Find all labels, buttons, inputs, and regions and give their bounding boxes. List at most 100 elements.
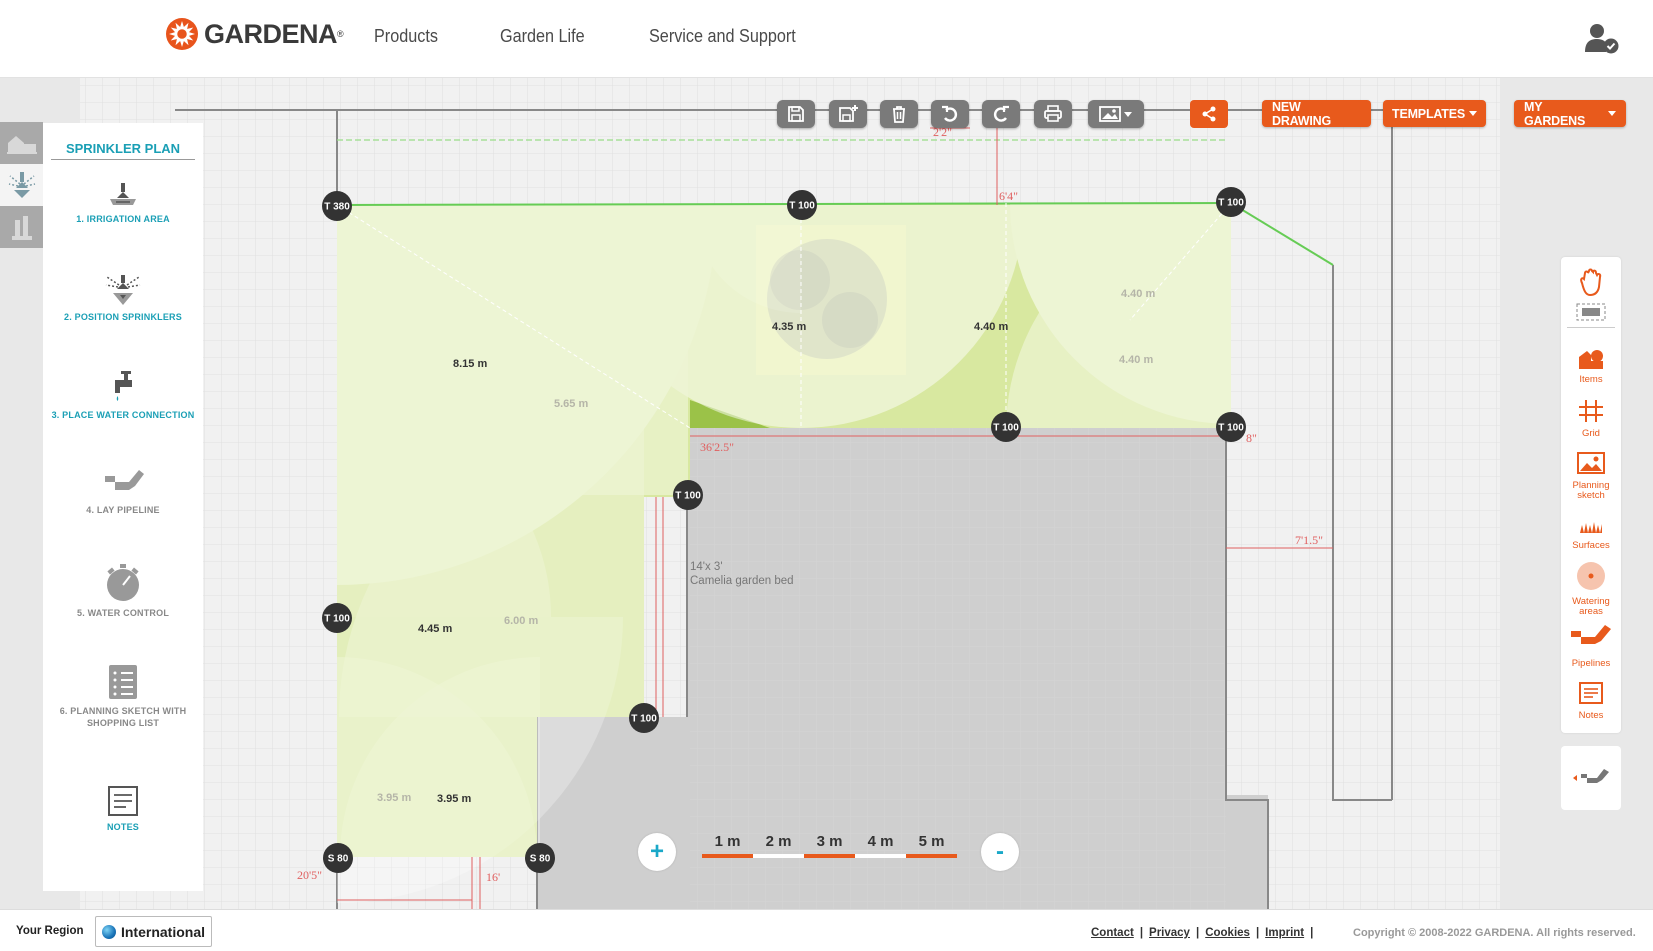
notes-icon: [1579, 682, 1603, 704]
print-icon: [1044, 105, 1062, 122]
notes-icon: [108, 786, 138, 816]
step-water-control[interactable]: 5. WATER CONTROL: [43, 563, 203, 619]
share-button[interactable]: [1190, 100, 1228, 128]
svg-text:T 100: T 100: [993, 423, 1019, 434]
sprinkler[interactable]: T 100: [1216, 412, 1246, 442]
my-gardens-button[interactable]: MY GARDENS: [1514, 100, 1626, 128]
print-button[interactable]: [1034, 100, 1072, 128]
scale-4m[interactable]: 4 m: [855, 833, 906, 858]
save-button[interactable]: [777, 100, 815, 128]
save-as-icon: [839, 105, 858, 122]
image-export-button[interactable]: [1088, 100, 1144, 128]
link-privacy[interactable]: Privacy: [1149, 927, 1190, 939]
undo-button[interactable]: [931, 100, 969, 128]
new-drawing-button[interactable]: NEW DRAWING: [1262, 100, 1371, 128]
svg-text:S 80: S 80: [530, 854, 551, 865]
planner-canvas[interactable]: 8.15 m 5.65 m 4.35 m 4.40 m 4.40 m 4.40 …: [0, 78, 1653, 909]
delete-button[interactable]: [880, 100, 918, 128]
scale-2m[interactable]: 2 m: [753, 833, 804, 858]
tool-items[interactable]: Items: [1561, 347, 1621, 385]
distance-label: 4.40 m: [1119, 354, 1153, 366]
tool-watering-areas[interactable]: Watering areas: [1561, 561, 1621, 617]
tool-grid[interactable]: Grid: [1561, 399, 1621, 439]
undo-icon: [942, 105, 958, 122]
zoom-in-button[interactable]: +: [638, 833, 676, 871]
nav-service-support[interactable]: Service and Support: [649, 26, 796, 47]
gardena-logo[interactable]: GARDENA ®: [164, 16, 344, 52]
tab-sprinkler-plan[interactable]: [0, 164, 43, 206]
image-export-icon: [1099, 106, 1132, 122]
step-irrigation-area[interactable]: 1. IRRIGATION AREA: [43, 181, 203, 225]
step-place-water-connection[interactable]: 3. PLACE WATER CONNECTION: [43, 369, 203, 421]
bed-name-label: Camelia garden bed: [690, 575, 794, 587]
user-account-icon[interactable]: [1584, 22, 1620, 54]
tool-surfaces[interactable]: Surfaces: [1561, 519, 1621, 551]
sprinkler[interactable]: T 100: [1216, 187, 1246, 217]
sprinkler[interactable]: T 380: [322, 191, 352, 221]
link-cookies[interactable]: Cookies: [1205, 927, 1250, 939]
caret-down-icon: [1608, 111, 1616, 116]
sprinkler[interactable]: S 80: [323, 843, 353, 873]
timer-icon: [107, 564, 139, 601]
tool-pipelines[interactable]: Pipelines: [1561, 623, 1621, 669]
sprinkler[interactable]: T 100: [629, 703, 659, 733]
save-icon: [788, 106, 804, 122]
checklist-icon: [109, 665, 137, 699]
grid-icon: [1579, 400, 1603, 422]
link-imprint[interactable]: Imprint: [1265, 927, 1304, 939]
save-as-button[interactable]: [829, 100, 867, 128]
region-selector[interactable]: International: [95, 916, 212, 947]
nav-garden-life[interactable]: Garden Life: [500, 26, 585, 47]
watering-area-icon: [1577, 562, 1605, 590]
panel-title: SPRINKLER PLAN: [51, 141, 195, 160]
sprinkler[interactable]: T 100: [787, 190, 817, 220]
sprinkler[interactable]: S 80: [525, 843, 555, 873]
dimension-label: 8": [1246, 431, 1257, 445]
redo-icon: [993, 105, 1009, 122]
pipeline-connector-tool[interactable]: [1561, 746, 1621, 810]
tab-garden-plan[interactable]: [0, 122, 43, 164]
redo-button[interactable]: [982, 100, 1020, 128]
svg-text:T 100: T 100: [631, 714, 657, 725]
globe-icon: [101, 924, 116, 939]
distance-label: 3.95 m: [437, 793, 471, 805]
region-value: International: [120, 923, 205, 940]
pan-tool[interactable]: [1561, 267, 1621, 302]
selection-box-icon: [1576, 303, 1606, 321]
tool-notes[interactable]: Notes: [1561, 681, 1621, 721]
step-planning-sketch[interactable]: 6. PLANNING SKETCH WITH SHOPPING LIST: [43, 663, 203, 729]
scale-5m[interactable]: 5 m: [906, 833, 957, 858]
step-notes[interactable]: NOTES: [43, 785, 203, 833]
brand-name: GARDENA: [204, 18, 338, 49]
svg-text:T 100: T 100: [1218, 423, 1244, 434]
garden-plan-drawing[interactable]: 8.15 m 5.65 m 4.35 m 4.40 m 4.40 m 4.40 …: [0, 78, 1653, 909]
footer-links: Contact | Privacy | Cookies | Imprint |: [1091, 927, 1314, 939]
sprinkler[interactable]: T 100: [322, 603, 352, 633]
tab-irrigation-system[interactable]: [0, 206, 43, 248]
scale-bar: 1 m 2 m 3 m 4 m 5 m: [702, 833, 957, 858]
tool-planning-sketch[interactable]: Planning sketch: [1561, 451, 1621, 501]
dimension-label: 20'5": [297, 868, 322, 882]
scale-3m[interactable]: 3 m: [804, 833, 855, 858]
templates-button[interactable]: TEMPLATES: [1383, 100, 1486, 127]
scale-1m[interactable]: 1 m: [702, 833, 753, 858]
link-contact[interactable]: Contact: [1091, 927, 1134, 939]
step-position-sprinklers[interactable]: 2. POSITION SPRINKLERS: [43, 273, 203, 323]
step-lay-pipeline[interactable]: 4. LAY PIPELINE: [43, 466, 203, 516]
house-icon: [6, 136, 37, 154]
sprinkler[interactable]: T 100: [673, 480, 703, 510]
nav-products[interactable]: Products: [374, 26, 438, 47]
distance-label: 4.40 m: [1121, 288, 1155, 300]
distance-label: 4.40 m: [974, 321, 1008, 333]
pipeline-icon: [1571, 625, 1611, 644]
dimension-label: 7'1.5": [1295, 533, 1323, 547]
zoom-out-button[interactable]: -: [981, 833, 1019, 871]
gardena-flower-icon: [166, 18, 198, 50]
sprinkler-plan-panel: SPRINKLER PLAN 1. IRRIGATION AREA 2. POS…: [43, 123, 203, 891]
svg-text:T 100: T 100: [675, 491, 701, 502]
svg-text:T 100: T 100: [324, 614, 350, 625]
sprinkler[interactable]: T 100: [991, 412, 1021, 442]
bed-size-label: 14'x 3': [690, 561, 723, 573]
sprinkler-icon: [8, 172, 35, 198]
select-tool[interactable]: [1561, 301, 1621, 328]
